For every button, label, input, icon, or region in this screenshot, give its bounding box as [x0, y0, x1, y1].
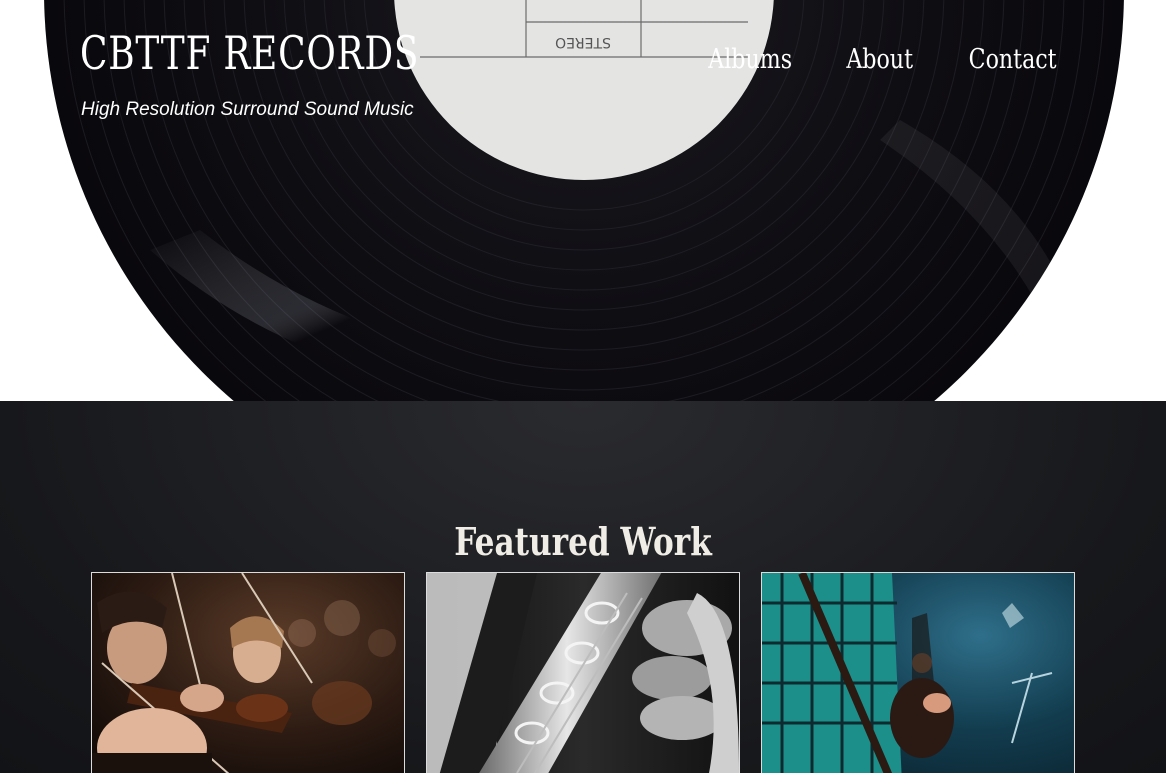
main-nav: Albums About Contact [699, 44, 1066, 75]
nav-link-albums[interactable]: Albums [708, 44, 792, 75]
featured-cards [91, 572, 1075, 773]
page: STEREO CBTTF RECORDS High Resolution Sur… [0, 0, 1166, 773]
featured-card-guitarist[interactable] [761, 572, 1075, 773]
featured-title: Featured Work [454, 518, 712, 564]
record-label-stereo: STEREO [555, 34, 611, 50]
saxophone-closeup-photo [427, 573, 739, 773]
hero-header: STEREO CBTTF RECORDS High Resolution Sur… [0, 0, 1166, 401]
brand-title[interactable]: CBTTF RECORDS [80, 26, 419, 80]
brand-tagline: High Resolution Surround Sound Music [81, 99, 414, 120]
featured-card-orchestra[interactable] [91, 572, 405, 773]
guitarist-on-stage-photo [762, 573, 1074, 773]
orchestra-violinists-photo [92, 573, 404, 773]
nav-link-contact[interactable]: Contact [968, 44, 1056, 75]
featured-card-saxophone[interactable] [426, 572, 740, 773]
featured-section: Featured Work [0, 401, 1166, 773]
nav-link-about[interactable]: About [847, 44, 914, 75]
